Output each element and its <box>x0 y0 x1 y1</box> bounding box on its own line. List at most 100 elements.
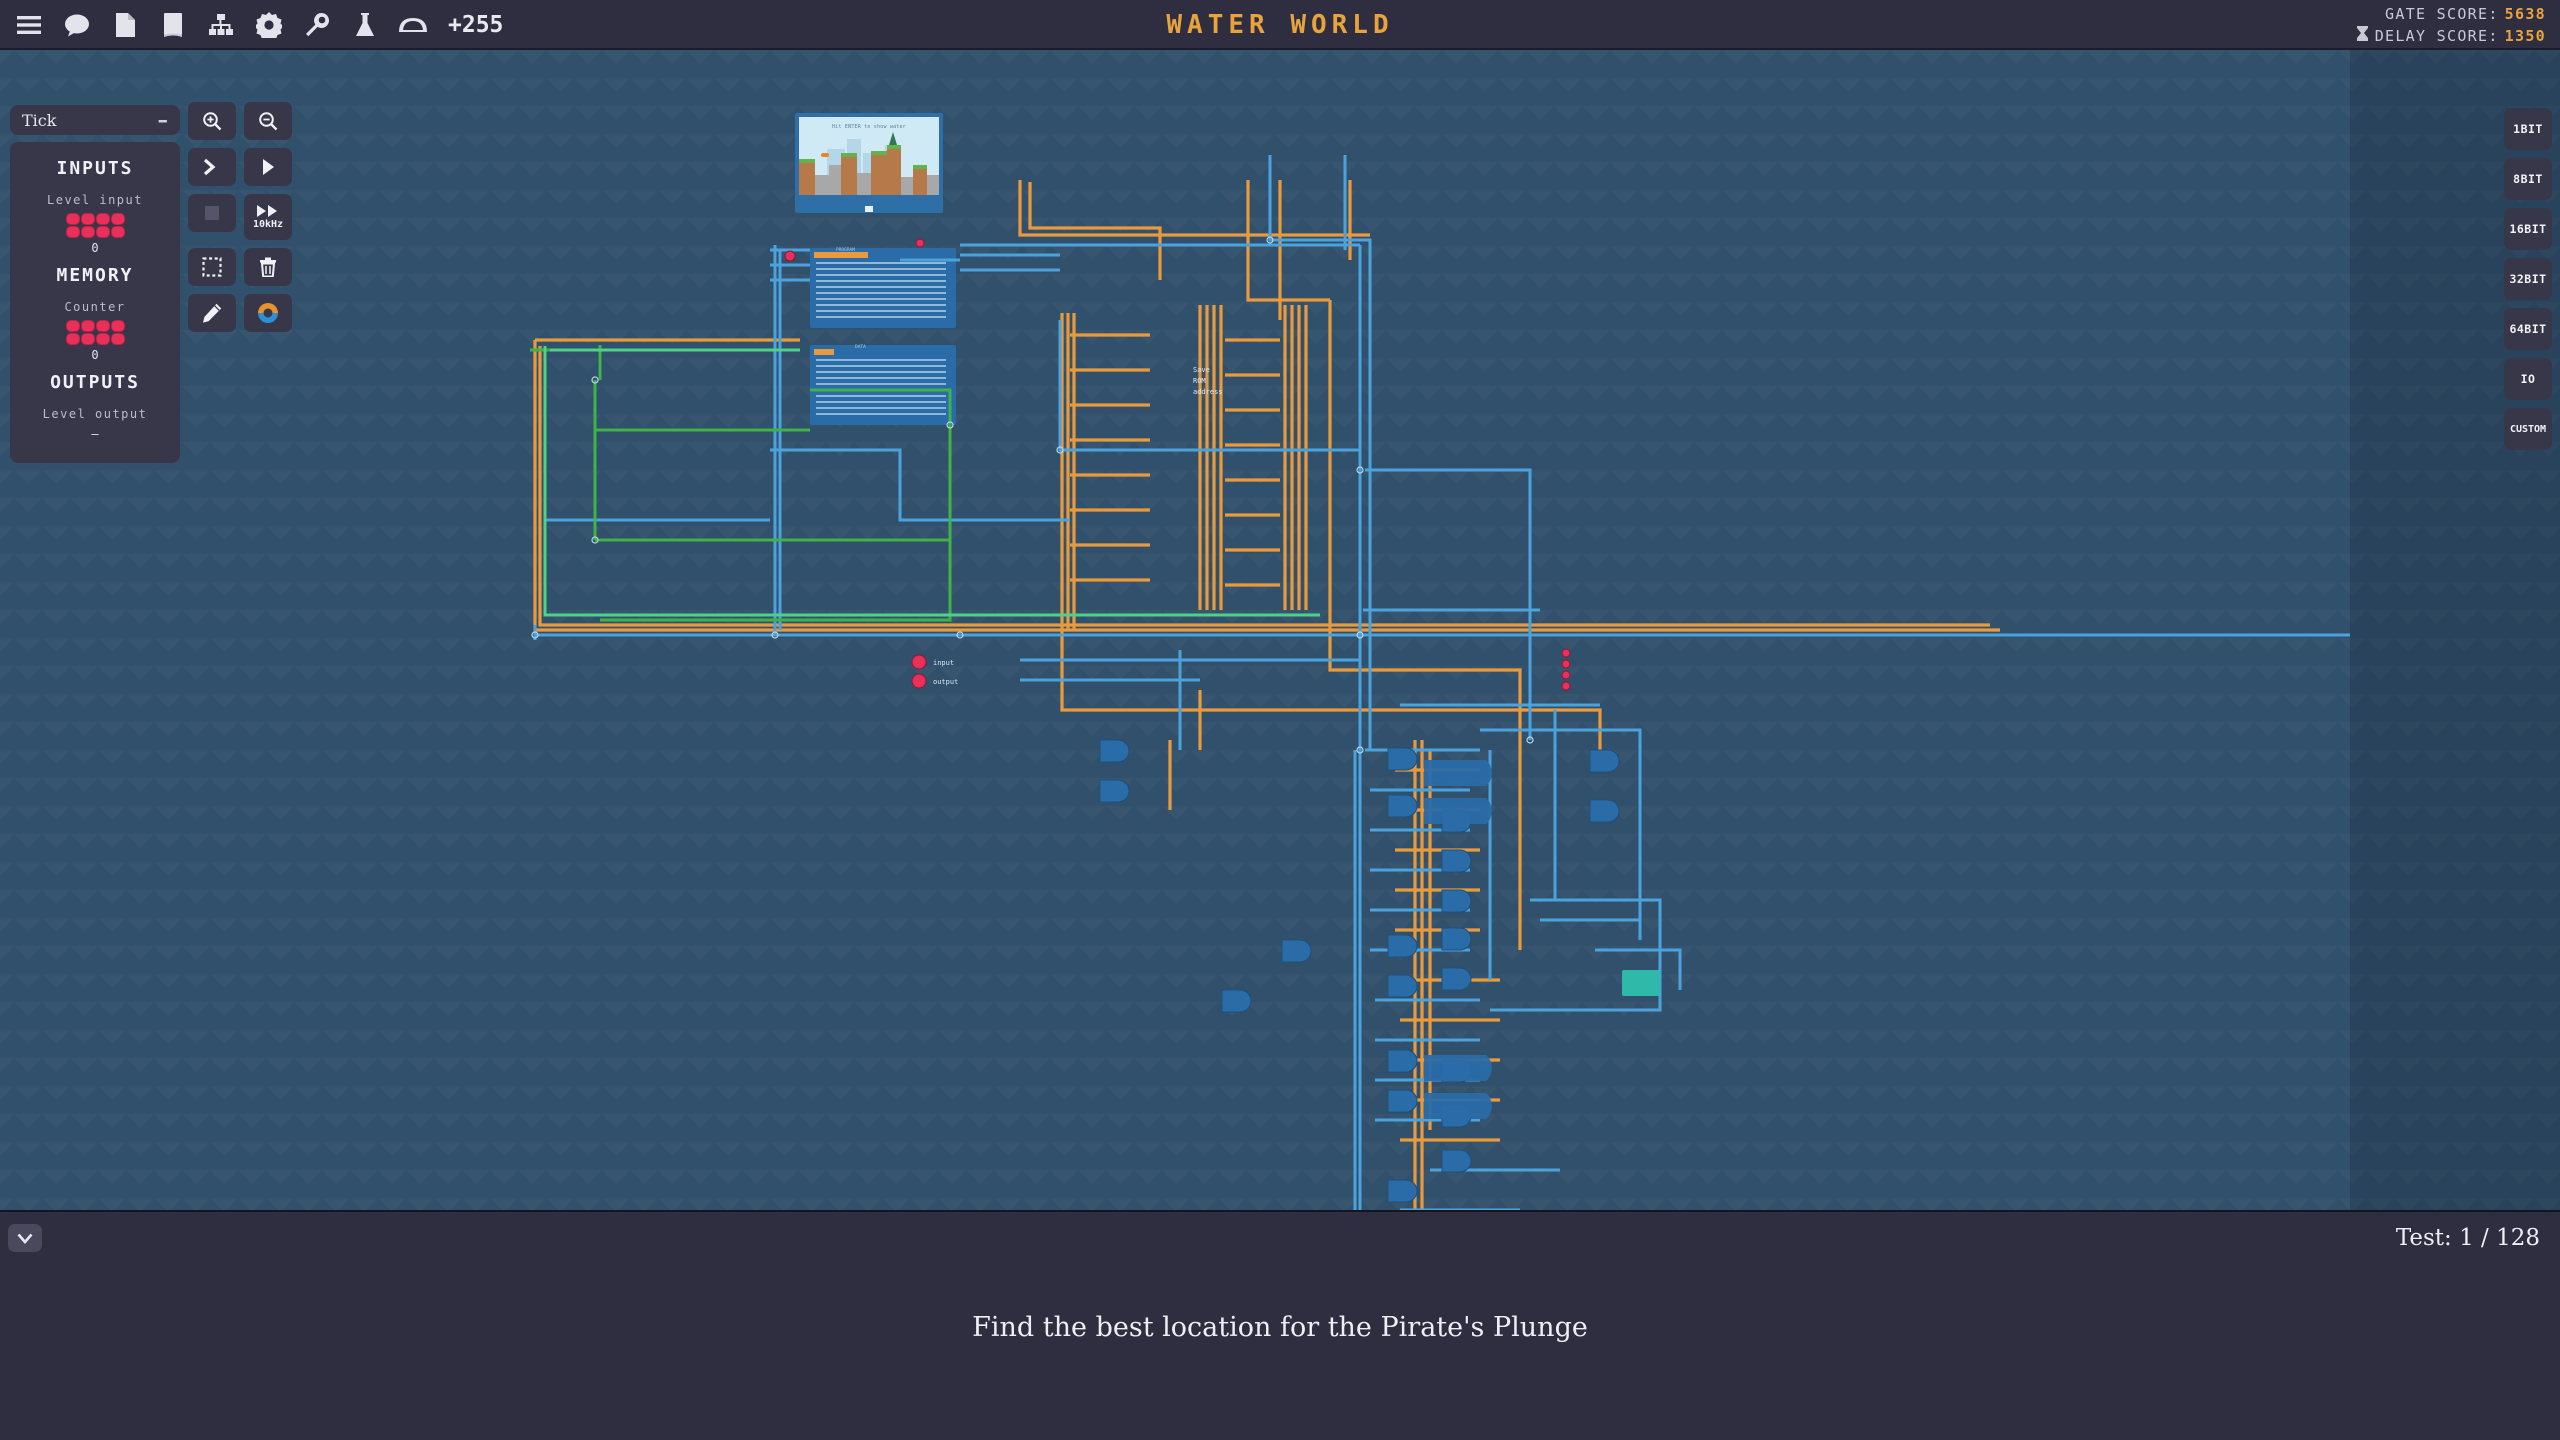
blue-wire-bundle <box>535 155 2350 1210</box>
svg-text:address: address <box>1193 388 1223 396</box>
game-preview-viewport: Hit ENTER to show water <box>799 117 939 195</box>
led-bit[interactable] <box>81 226 95 238</box>
select-tool[interactable] <box>188 248 236 286</box>
tree-icon <box>889 132 897 145</box>
circuit-schematic: PROGRAM DATA <box>0 50 2560 1210</box>
game-preview-thumbnail[interactable]: Hit ENTER to show water <box>795 113 943 213</box>
led-bit[interactable] <box>81 213 95 225</box>
led-bit[interactable] <box>66 226 80 238</box>
signal-value: – <box>20 427 170 441</box>
led-bit-grid[interactable] <box>20 320 170 345</box>
trash-icon <box>259 257 277 277</box>
category-custom[interactable]: CUSTOM <box>2504 408 2552 450</box>
signal-value: 0 <box>20 241 170 255</box>
schematic-icon[interactable] <box>206 10 236 40</box>
top-toolbar: +255 WATER WORLD GATE SCORE: 5638 DELAY … <box>0 0 2560 50</box>
signal-label: Level output <box>20 407 170 421</box>
led-bit[interactable] <box>111 213 125 225</box>
led-bit[interactable] <box>96 213 110 225</box>
circuit-canvas[interactable]: PROGRAM DATA <box>0 50 2560 1210</box>
led-bit[interactable] <box>111 320 125 332</box>
stop-icon <box>204 205 220 221</box>
play-tool[interactable] <box>244 148 292 186</box>
svg-text:output: output <box>933 678 958 686</box>
delay-score-row: DELAY SCORE: 1350 <box>2356 25 2546 47</box>
bottom-status-bar: Test: 1 / 128 Find the best location for… <box>0 1210 2560 1440</box>
book-icon[interactable] <box>158 10 188 40</box>
chevron-down-icon <box>17 1229 33 1248</box>
category-32bit[interactable]: 32BIT <box>2504 258 2552 300</box>
crate-icon[interactable] <box>398 10 428 40</box>
wrench-icon[interactable] <box>302 10 332 40</box>
signal-value: 0 <box>20 348 170 362</box>
score-display: GATE SCORE: 5638 DELAY SCORE: 1350 <box>2356 3 2546 47</box>
zoom-in-tool[interactable] <box>188 102 236 140</box>
category-1bit[interactable]: 1BIT <box>2504 108 2552 150</box>
category-16bit[interactable]: 16BIT <box>2504 208 2552 250</box>
led-bit[interactable] <box>111 226 125 238</box>
zoom-out-icon <box>258 111 278 131</box>
top-toolbar-icons: +255 <box>14 0 503 50</box>
step-tool[interactable] <box>188 148 236 186</box>
flask-icon[interactable] <box>350 10 380 40</box>
signal-level-output: Level output – <box>20 407 170 441</box>
delay-score-value: 1350 <box>2505 25 2546 47</box>
led-bit[interactable] <box>66 213 80 225</box>
wire-labels: input output Save ROM address <box>933 366 1223 686</box>
signal-label: Counter <box>20 300 170 314</box>
led-bit[interactable] <box>111 333 125 345</box>
led-bit[interactable] <box>96 320 110 332</box>
component-category-sidebar: 1BIT 8BIT 16BIT 32BIT 64BIT IO CUSTOM <box>2504 108 2552 450</box>
wire-junctions <box>532 237 1533 753</box>
fast-forward-icon <box>256 204 280 218</box>
svg-text:Save: Save <box>1193 366 1210 374</box>
marquee-select-icon <box>202 257 222 277</box>
file-icon[interactable] <box>110 10 140 40</box>
category-64bit[interactable]: 64BIT <box>2504 308 2552 350</box>
canvas-tool-grid: 10kHz <box>188 102 292 332</box>
led-bit[interactable] <box>66 333 80 345</box>
minimize-icon[interactable]: – <box>158 114 169 126</box>
led-bit-grid[interactable] <box>20 213 170 238</box>
play-icon <box>259 158 277 176</box>
delay-score-label: DELAY SCORE: <box>2375 25 2499 47</box>
outputs-section-title: OUTPUTS <box>20 372 170 393</box>
tick-panel-header[interactable]: Tick – <box>10 105 180 135</box>
color-tool[interactable] <box>244 294 292 332</box>
collapse-panel-button[interactable] <box>8 1224 42 1252</box>
level-description: Find the best location for the Pirate's … <box>0 1312 2560 1343</box>
orange-wire-bundle <box>535 180 2000 1210</box>
led-bit[interactable] <box>96 226 110 238</box>
led-bit[interactable] <box>81 333 95 345</box>
gate-score-label: GATE SCORE: <box>2385 3 2499 25</box>
pencil-icon <box>202 303 222 323</box>
led-bit[interactable] <box>96 333 110 345</box>
step-forward-icon <box>202 158 222 176</box>
zoom-out-tool[interactable] <box>244 102 292 140</box>
tick-rate-label: 10kHz <box>253 219 283 230</box>
chat-icon[interactable] <box>62 10 92 40</box>
led-bit[interactable] <box>66 320 80 332</box>
svg-text:input: input <box>933 659 954 667</box>
coin-count: +255 <box>448 12 503 38</box>
gate-score-row: GATE SCORE: 5638 <box>2356 3 2546 25</box>
simulation-io-panel: Tick – INPUTS Level input 0 MEMORY <box>10 105 180 463</box>
category-8bit[interactable]: 8BIT <box>2504 158 2552 200</box>
delete-tool[interactable] <box>244 248 292 286</box>
preview-resize-handle[interactable] <box>865 206 873 212</box>
teal-output-blocks <box>1382 970 1660 1210</box>
led-bit[interactable] <box>81 320 95 332</box>
gate-score-value: 5638 <box>2505 3 2546 25</box>
hourglass-icon <box>2356 25 2369 47</box>
fast-forward-tool[interactable]: 10kHz <box>244 194 292 240</box>
gear-icon[interactable] <box>254 10 284 40</box>
io-signal-panel: INPUTS Level input 0 MEMORY Counter <box>10 142 180 463</box>
menu-icon[interactable] <box>14 10 44 40</box>
svg-text:ROM: ROM <box>1193 377 1206 385</box>
draw-tool[interactable] <box>188 294 236 332</box>
category-io[interactable]: IO <box>2504 358 2552 400</box>
game-preview-hint: Hit ENTER to show water <box>799 124 939 130</box>
svg-text:PROGRAM: PROGRAM <box>836 247 855 253</box>
fish-icon <box>821 153 829 157</box>
stop-tool[interactable] <box>188 194 236 232</box>
